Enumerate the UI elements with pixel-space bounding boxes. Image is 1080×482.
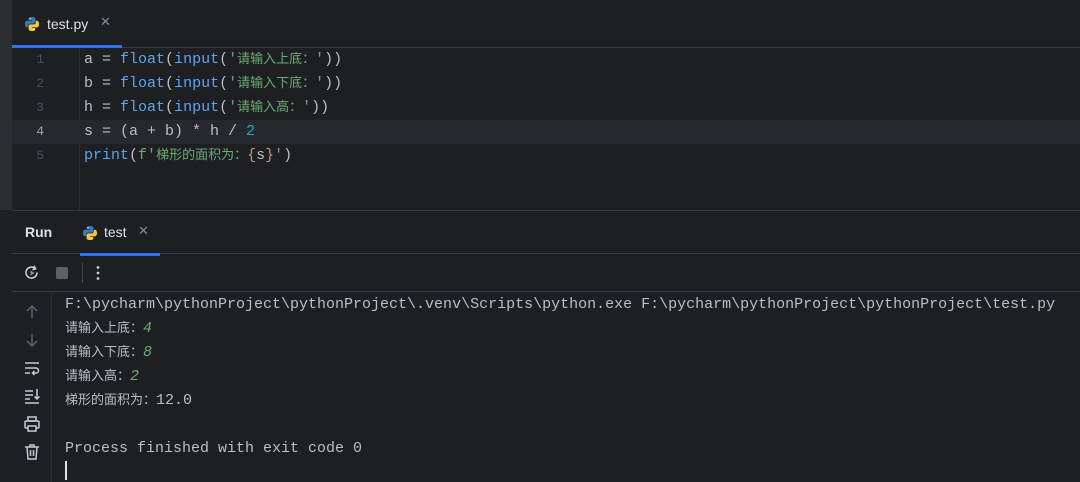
code-line: 1 a = float(input('请输入上底：')) xyxy=(12,48,1080,72)
console-exit-message: Process finished with exit code 0 xyxy=(65,440,363,457)
run-panel-title: Run xyxy=(25,224,53,240)
more-options-icon[interactable] xyxy=(88,263,108,283)
editor-tab-bar: test.py ✕ xyxy=(12,0,1080,48)
code-text: a = float(input('请输入上底：')) xyxy=(84,51,343,68)
text-caret xyxy=(65,461,67,480)
code-editor[interactable]: 1 a = float(input('请输入上底：')) 2 b = float… xyxy=(12,48,1080,210)
run-toolbar xyxy=(12,254,1080,292)
code-text: s = (a + b) * h / 2 xyxy=(84,123,256,140)
left-strip xyxy=(0,0,12,210)
rerun-icon[interactable] xyxy=(22,263,42,283)
run-tab-label: test xyxy=(104,224,127,240)
code-text: b = float(input('请输入下底：')) xyxy=(84,75,343,92)
code-text: print(f'梯形的面积为：{s}') xyxy=(84,147,293,164)
arrow-up-icon[interactable] xyxy=(22,302,42,322)
code-line-current: 4 s = (a + b) * h / 2 xyxy=(12,120,1080,144)
code-line: 5 print(f'梯形的面积为：{s}') xyxy=(12,144,1080,168)
print-icon[interactable] xyxy=(22,414,42,434)
console-input-line: 请输入下底：8 xyxy=(65,344,153,361)
console-input-line: 请输入上底：4 xyxy=(65,320,153,337)
line-number: 1 xyxy=(36,52,44,67)
console-side-toolbar xyxy=(12,293,52,482)
code-text: h = float(input('请输入高：')) xyxy=(84,99,330,116)
line-number: 5 xyxy=(36,148,44,163)
line-number: 2 xyxy=(36,76,44,91)
console-command-line: F:\pycharm\pythonProject\pythonProject\.… xyxy=(65,296,1056,313)
arrow-down-icon[interactable] xyxy=(22,330,42,350)
trash-icon[interactable] xyxy=(22,442,42,462)
scroll-to-end-icon[interactable] xyxy=(22,386,42,406)
console-input-line: 请输入高：2 xyxy=(65,368,140,385)
code-line: 2 b = float(input('请输入下底：')) xyxy=(12,72,1080,96)
python-icon xyxy=(25,17,39,31)
line-number: 3 xyxy=(36,100,44,115)
line-number: 4 xyxy=(36,124,44,139)
close-icon[interactable]: ✕ xyxy=(138,224,149,239)
python-icon xyxy=(83,226,97,240)
stop-icon[interactable] xyxy=(52,263,72,283)
run-panel-header: Run test ✕ xyxy=(12,210,1080,256)
code-line: 3 h = float(input('请输入高：')) xyxy=(12,96,1080,120)
soft-wrap-icon[interactable] xyxy=(22,358,42,378)
toolbar-separator xyxy=(82,263,83,283)
console-result-line: 梯形的面积为：12.0 xyxy=(65,392,193,409)
close-icon[interactable]: ✕ xyxy=(100,15,111,30)
tab-label: test.py xyxy=(47,16,89,32)
run-tab-test[interactable]: test ✕ xyxy=(80,211,160,256)
console-output[interactable]: F:\pycharm\pythonProject\pythonProject\.… xyxy=(52,293,1080,482)
tab-test-py[interactable]: test.py ✕ xyxy=(12,0,122,48)
